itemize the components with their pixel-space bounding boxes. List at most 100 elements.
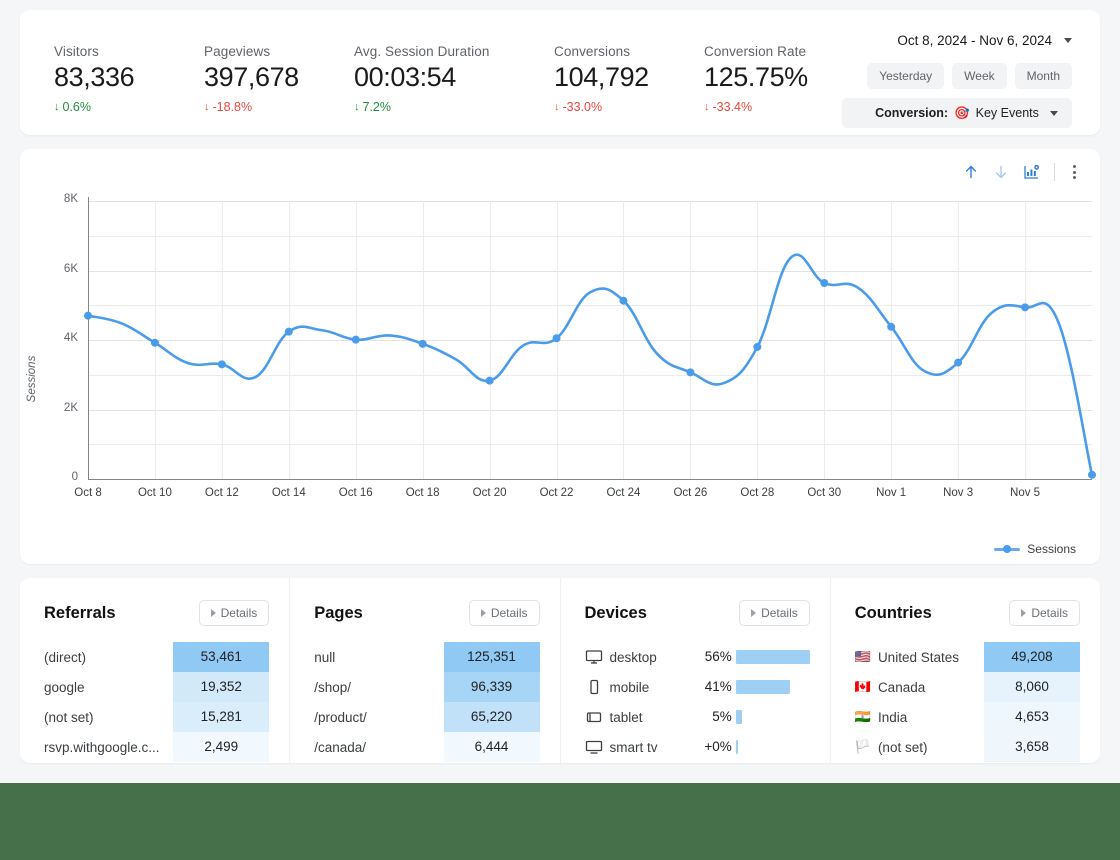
target-icon: 🎯 [954,105,970,120]
table-row[interactable]: mobile 41% [585,672,810,702]
data-point[interactable] [619,296,628,305]
table-row[interactable]: (direct) 53,461 [44,642,270,672]
row-label: (direct) [44,650,173,665]
row-value: 96,339 [443,672,540,702]
move-down-icon[interactable] [993,164,1009,180]
table-row[interactable]: 🇨🇦 Canada 8,060 [855,672,1080,702]
row-value: 125,351 [443,642,540,672]
desktop-icon [585,649,603,665]
flag-icon: 🏳️ [854,739,871,754]
data-point[interactable] [552,334,561,343]
date-range-selector[interactable]: Oct 8, 2024 - Nov 6, 2024 [842,28,1072,52]
table-row[interactable]: google 19,352 [44,672,270,702]
table-row[interactable]: 🇺🇸 United States 49,208 [855,642,1080,672]
data-point[interactable] [753,342,762,351]
table-row[interactable]: 🏳️ (not set) 3,658 [855,732,1080,762]
row-label: mobile [585,679,694,695]
percent-bar [735,680,810,694]
table-row[interactable]: tablet 5% [585,702,810,732]
row-label: smart tv [585,739,694,755]
table-row[interactable]: smart tv +0% [585,732,810,762]
table-row[interactable]: rsvp.withgoogle.c... 2,499 [44,732,270,762]
data-point[interactable] [485,376,494,385]
data-point[interactable] [820,279,829,288]
percent-bar [735,740,810,754]
row-label: desktop [585,649,694,665]
conversion-selector[interactable]: Conversion: 🎯 Key Events [842,98,1072,128]
row-name-text: tablet [609,709,643,725]
flag-icon: 🇮🇳 [854,709,871,724]
data-point[interactable] [887,322,896,331]
row-value: 15,281 [173,702,270,732]
details-button-devices[interactable]: Details [739,600,810,626]
table-row[interactable]: desktop 56% [585,642,810,672]
details-button-countries[interactable]: Details [1009,600,1080,626]
data-point[interactable] [351,335,360,344]
arrow-up-icon: ↓ [54,100,60,113]
table-row[interactable]: /canada/6,444 [314,732,540,762]
tablet-icon [585,709,603,725]
conversion-selector-value: Key Events [975,106,1039,120]
kpi-delta-value: 0.6% [62,100,92,114]
row-name-text: google [44,679,85,695]
chart-settings-icon[interactable] [1023,164,1040,181]
data-point[interactable] [150,338,159,347]
details-button-label: Details [220,606,258,620]
row-name-text: mobile [609,679,650,695]
data-point[interactable] [217,360,226,369]
quick-range-week[interactable]: Week [952,63,1007,89]
chart-plot-area: Sessions 0 2K 4K 6K 8K Oct 8 Oct 10 Oct 12 Oct … [20,191,1100,561]
row-value: 19,352 [173,672,270,702]
kpi-label: Conversions [554,44,631,59]
quick-range-yesterday[interactable]: Yesterday [867,63,945,89]
data-point[interactable] [1021,303,1030,312]
table-row[interactable]: null 125,351 [314,642,540,672]
data-point[interactable] [1088,470,1096,479]
row-value: 41% [704,679,732,694]
data-point[interactable] [686,368,695,377]
kpi-delta-value: -33.4% [712,100,753,114]
row-name-text: (direct) [44,649,87,665]
details-button-referrals[interactable]: Details [198,600,270,626]
details-button-label: Details [1031,606,1068,620]
table-row[interactable]: 🇮🇳 India 4,653 [855,702,1080,732]
kpi-label: Pageviews [204,44,271,59]
flag-icon: 🇺🇸 [854,649,871,664]
row-value: 5% [712,709,732,724]
move-up-icon[interactable] [963,164,979,180]
panel-countries: Countries Details 🇺🇸 United States 49,208 🇨🇦 C… [829,578,1100,763]
sessions-line-path [86,253,1094,477]
details-button-pages[interactable]: Details [468,600,540,626]
arrow-down-icon: ↓ [704,100,710,113]
dashboard-page: Visitors 83,336 ↓ 0.6% Pageviews 397,678 ↓ -18.… [0,10,1120,860]
percent-bar-fill [735,710,743,724]
toolbar-divider [1054,163,1055,181]
panel-pages: Pages Details null 125,351/shop/96,339/prod… [289,578,559,763]
kpi-value: 00:03:54 [354,62,456,92]
more-vertical-icon[interactable] [1069,163,1080,181]
table-row[interactable]: /shop/96,339 [314,672,540,702]
panel-devices: Devices Details desktop 56% mobile 41% tablet 5… [559,578,830,763]
row-label: /product/ [314,710,443,725]
data-point[interactable] [284,327,293,336]
table-row[interactable]: /product/65,220 [314,702,540,732]
data-point[interactable] [954,358,963,367]
percent-bar [735,650,810,664]
breakdown-panels: Referrals Details (direct) 53,461 google 19,3… [20,578,1100,763]
quick-range-month[interactable]: Month [1014,63,1072,89]
play-triangle-icon [751,609,757,617]
date-range-label: Oct 8, 2024 - Nov 6, 2024 [897,32,1052,48]
play-triangle-icon [1021,609,1027,617]
row-name-text: (not set) [44,709,94,725]
data-point[interactable] [84,311,92,320]
row-label: tablet [585,709,694,725]
details-button-label: Details [761,606,798,620]
chart-legend[interactable]: Sessions [994,542,1076,556]
data-point[interactable] [418,339,427,348]
kpi-pageviews: Pageviews 397,678 ↓ -18.8% [204,44,354,114]
panel-referrals: Referrals Details (direct) 53,461 google 19,3… [20,578,289,763]
row-name-text: /canada/ [314,739,367,755]
row-name-text: (not set) [877,739,928,755]
kpi-delta: ↓ -18.8% [204,100,354,114]
table-row[interactable]: (not set) 15,281 [44,702,270,732]
